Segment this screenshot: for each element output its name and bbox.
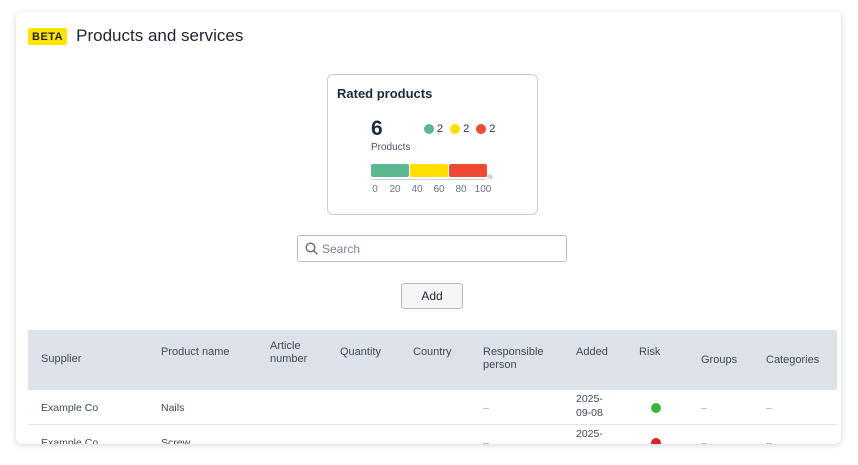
axis-tick-label: 20 — [389, 184, 401, 195]
cell-responsible: – — [483, 437, 489, 444]
axis-tick-label: 0 — [372, 184, 378, 195]
cell-added: 2025- — [576, 427, 603, 441]
column-header-responsible-line1: Responsible — [483, 346, 544, 358]
distribution-segment-yellow — [410, 164, 448, 177]
legend-value-green: 2 — [437, 123, 444, 135]
search-input[interactable] — [322, 241, 552, 256]
column-header-added[interactable]: Added — [576, 346, 608, 359]
cell-added: 2025- 09-08 — [576, 392, 603, 420]
table-header: Supplier Product name Article number Qua… — [28, 330, 837, 390]
cell-added-line2: 09-08 — [576, 407, 603, 419]
column-header-categories[interactable]: Categories — [766, 354, 819, 367]
column-header-risk[interactable]: Risk — [639, 346, 660, 359]
legend-item-green: 2 — [424, 123, 443, 135]
column-header-article-number-line2: number — [270, 353, 308, 365]
axis-tick-label: 60 — [433, 184, 445, 195]
legend-value-red: 2 — [489, 123, 496, 135]
search-box[interactable] — [297, 235, 567, 262]
cell-added-line1: 2025- — [576, 393, 603, 405]
distribution-bar — [371, 164, 487, 177]
page-header: BETA Products and services — [28, 26, 243, 46]
distribution-axis — [371, 179, 485, 180]
page-title: Products and services — [76, 26, 244, 45]
legend-item-yellow: 2 — [450, 123, 469, 135]
products-panel: BETA Products and services Rated product… — [16, 12, 841, 444]
axis-tick-label: 80 — [455, 184, 467, 195]
risk-legend: 2 2 2 — [424, 123, 502, 135]
yellow-dot-icon — [450, 124, 461, 134]
column-header-responsible-person[interactable]: Responsible person — [483, 346, 544, 372]
rated-products-title: Rated products — [337, 86, 433, 101]
distribution-segment-green — [371, 164, 410, 177]
table-row[interactable]: Example Co Screw – 2025- – – — [28, 425, 837, 444]
column-header-country[interactable]: Country — [413, 346, 452, 359]
cell-product-name: Nails — [161, 402, 185, 414]
distribution-segment-red — [448, 164, 487, 177]
column-header-article-number-line1: Article — [270, 340, 301, 352]
axis-tick-label: 40 — [411, 184, 423, 195]
column-header-responsible-line2: person — [483, 359, 517, 371]
rated-products-count: 6 — [371, 117, 383, 140]
table-row[interactable]: Example Co Nails – 2025- 09-08 – – — [28, 390, 837, 425]
cell-added-line1: 2025- — [576, 428, 603, 440]
cell-categories: – — [766, 437, 772, 444]
cell-product-name: Screw — [161, 437, 191, 444]
products-table: Supplier Product name Article number Qua… — [28, 330, 837, 444]
rated-products-card: Rated products 6 Products 2 2 2 % 0 20 4… — [327, 74, 538, 215]
column-header-product-name[interactable]: Product name — [161, 346, 229, 359]
cell-groups: – — [701, 402, 707, 414]
green-dot-icon — [424, 124, 434, 134]
beta-badge: BETA — [28, 27, 68, 45]
cell-supplier: Example Co — [41, 437, 99, 444]
add-button[interactable]: Add — [401, 283, 463, 309]
cell-categories: – — [766, 402, 772, 414]
search-icon — [305, 242, 318, 255]
cell-groups: – — [701, 437, 707, 444]
axis-tick-label: 100 — [474, 184, 492, 195]
legend-value-yellow: 2 — [463, 123, 470, 135]
legend-item-red: 2 — [476, 123, 495, 135]
red-dot-icon — [476, 124, 487, 134]
column-header-supplier[interactable]: Supplier — [41, 353, 81, 366]
column-header-article-number[interactable]: Article number — [270, 340, 307, 366]
risk-indicator-icon — [651, 438, 661, 444]
risk-indicator-icon — [651, 403, 661, 413]
cell-responsible: – — [483, 402, 489, 414]
cell-supplier: Example Co — [41, 402, 99, 414]
axis-unit-label: % — [486, 174, 493, 181]
column-header-quantity[interactable]: Quantity — [340, 346, 381, 359]
rated-products-count-label: Products — [371, 142, 411, 153]
column-header-groups[interactable]: Groups — [701, 354, 737, 367]
